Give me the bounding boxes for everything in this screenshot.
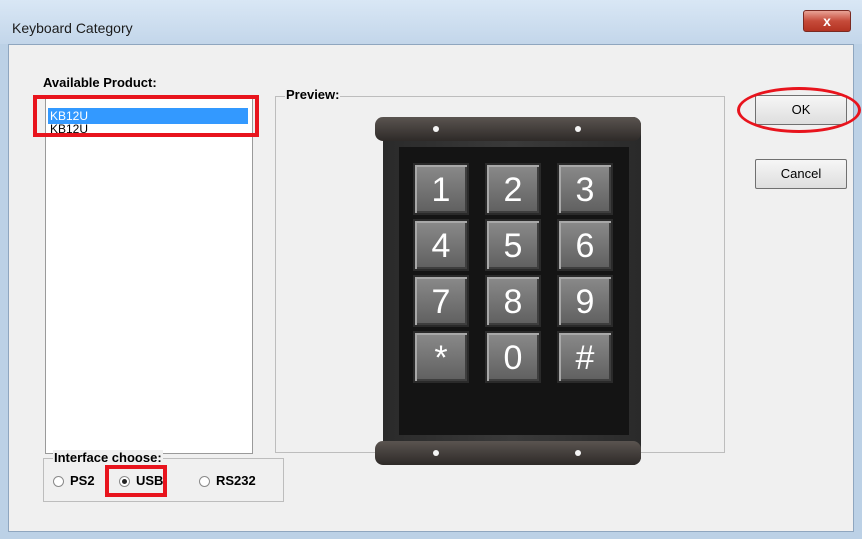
keyboard-category-dialog: Keyboard Category x Available Product: K…	[0, 0, 862, 539]
screw-hole-icon	[433, 450, 439, 456]
cancel-button[interactable]: Cancel	[755, 159, 847, 189]
window-title: Keyboard Category	[12, 20, 133, 36]
screw-hole-icon	[433, 126, 439, 132]
title-bar: Keyboard Category x	[0, 0, 862, 44]
interface-choose-label: Interface choose:	[53, 450, 163, 465]
radio-ps2-label: PS2	[70, 473, 95, 488]
key-2: 2	[485, 163, 541, 215]
key-hash: #	[557, 331, 613, 383]
available-product-label: Available Product:	[43, 75, 157, 90]
key-4: 4	[413, 219, 469, 271]
key-3: 3	[557, 163, 613, 215]
radio-button-icon	[53, 476, 64, 488]
radio-rs232-label: RS232	[216, 473, 256, 488]
preview-label: Preview:	[285, 87, 341, 102]
highlight-ok-oval	[737, 87, 861, 133]
close-button[interactable]: x	[803, 10, 851, 32]
key-7: 7	[413, 275, 469, 327]
highlight-usb-box	[105, 465, 167, 497]
radio-button-icon	[199, 476, 210, 488]
key-0: 0	[485, 331, 541, 383]
keypad-top-cap	[375, 117, 641, 141]
keypad-bottom-cap	[375, 441, 641, 465]
keypad-face: 1 2 3 4 5 6 7 8 9 * 0 #	[399, 147, 629, 435]
radio-ps2[interactable]: PS2	[53, 474, 95, 488]
key-8: 8	[485, 275, 541, 327]
product-listbox[interactable]: KB12U KB12U	[45, 97, 253, 454]
dialog-body: Available Product: KB12U KB12U Preview: …	[8, 44, 861, 532]
highlight-product-box	[33, 95, 259, 137]
key-9: 9	[557, 275, 613, 327]
screw-hole-icon	[575, 126, 581, 132]
key-star: *	[413, 331, 469, 383]
screw-hole-icon	[575, 450, 581, 456]
key-1: 1	[413, 163, 469, 215]
key-5: 5	[485, 219, 541, 271]
key-6: 6	[557, 219, 613, 271]
radio-rs232[interactable]: RS232	[199, 474, 256, 488]
keypad-preview-image: 1 2 3 4 5 6 7 8 9 * 0 #	[375, 117, 641, 465]
